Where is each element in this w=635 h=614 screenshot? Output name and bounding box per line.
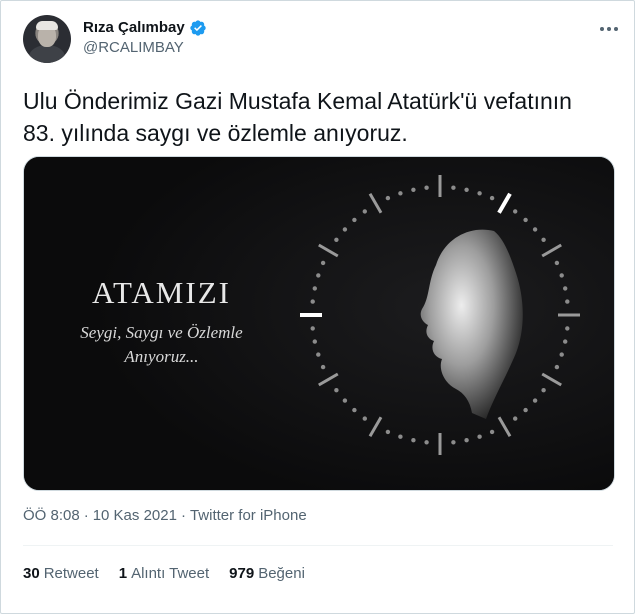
dial-dot [362, 209, 367, 214]
dial-dot [532, 227, 538, 232]
dial-dot [385, 195, 391, 201]
dial-dot [513, 209, 518, 214]
dial-dot [320, 260, 326, 266]
dial-dot [523, 217, 528, 223]
tweet-meta: ÖÖ 8:08 · 10 Kas 2021 · Twitter for iPhone [23, 507, 307, 524]
dial-dot [563, 286, 568, 291]
dial-dot [385, 429, 391, 435]
dial-dot [334, 388, 339, 393]
tweet-text-line-1: Ulu Önderimiz Gazi Mustafa Kemal Atatürk… [23, 88, 572, 114]
dial-dot [513, 416, 518, 421]
dial-dot [489, 429, 495, 435]
more-options-button[interactable] [595, 17, 623, 41]
tweet-date[interactable]: 10 Kas 2021 [93, 507, 177, 524]
dial-dot [532, 398, 538, 403]
dial-dot [316, 352, 321, 357]
dial-dot [352, 217, 357, 223]
dial-dot [316, 273, 321, 278]
dial-dot [342, 227, 348, 232]
dial-dot [477, 434, 482, 439]
dial-dot [310, 299, 315, 304]
dial-dot [559, 273, 564, 278]
retweets-stat[interactable]: 30 Retweet [23, 565, 99, 582]
tweet-card: Rıza Çalımbay @RCALIMBAY Ulu Önderimiz G… [0, 0, 635, 614]
tweet-header: Rıza Çalımbay @RCALIMBAY [23, 15, 623, 69]
dial-dot [334, 237, 339, 242]
dial-dot [451, 185, 456, 190]
media-title: ATAMIZI [92, 275, 231, 310]
dial-dot [565, 326, 570, 331]
dial-dot [424, 440, 429, 445]
dial-dot [424, 185, 429, 190]
dial-dot [565, 299, 570, 304]
quote-tweets-stat[interactable]: 1 Alıntı Tweet [119, 565, 209, 582]
dial-dot [352, 407, 357, 413]
divider [23, 545, 613, 546]
tweet-text: Ulu Önderimiz Gazi Mustafa Kemal Atatürk… [23, 85, 623, 149]
dial-dot [541, 237, 546, 242]
dial-dot [541, 388, 546, 393]
dial-dot [554, 364, 560, 370]
dial-dot [320, 364, 326, 370]
dial-dot [451, 440, 456, 445]
dial-dot [559, 352, 564, 357]
dial-dot [563, 339, 568, 344]
dial-dot [312, 339, 317, 344]
dial-dot [398, 434, 403, 439]
more-icon [600, 27, 618, 31]
dial-dot [489, 195, 495, 201]
dial-dot [342, 398, 348, 403]
media-subtitle-line-2: Anıyoruz... [124, 347, 199, 366]
verified-badge-icon [190, 20, 206, 36]
dial-dot [477, 191, 482, 196]
tweet-time[interactable]: ÖÖ 8:08 [23, 507, 80, 524]
media-subtitle-line-1: Seygi, Saygı ve Özlemle [80, 323, 243, 342]
dial-dot [310, 326, 315, 331]
dial-dot [312, 286, 317, 291]
dial-dot [523, 407, 528, 413]
dial-dot [411, 438, 416, 443]
tweet-text-line-2: 83. yılında saygı ve özlemle anıyoruz. [23, 120, 408, 146]
author-handle[interactable]: @RCALIMBAY [83, 39, 184, 56]
author-name-row[interactable]: Rıza Çalımbay [83, 19, 207, 37]
dial-dot [398, 191, 403, 196]
author-name[interactable]: Rıza Çalımbay [83, 19, 185, 37]
tweet-media-image[interactable]: ATAMIZI Seygi, Saygı ve Özlemle Anıyoruz… [23, 156, 615, 491]
dial-dot [464, 187, 469, 192]
likes-stat[interactable]: 979 Beğeni [229, 565, 305, 582]
dial-dot [411, 187, 416, 192]
tweet-source[interactable]: Twitter for iPhone [190, 507, 307, 524]
tweet-stats: 30 Retweet 1 Alıntı Tweet 979 Beğeni [23, 565, 305, 582]
dial-dot [362, 416, 367, 421]
avatar[interactable] [23, 15, 71, 63]
dial-dot [464, 438, 469, 443]
dial-dot [554, 260, 560, 266]
